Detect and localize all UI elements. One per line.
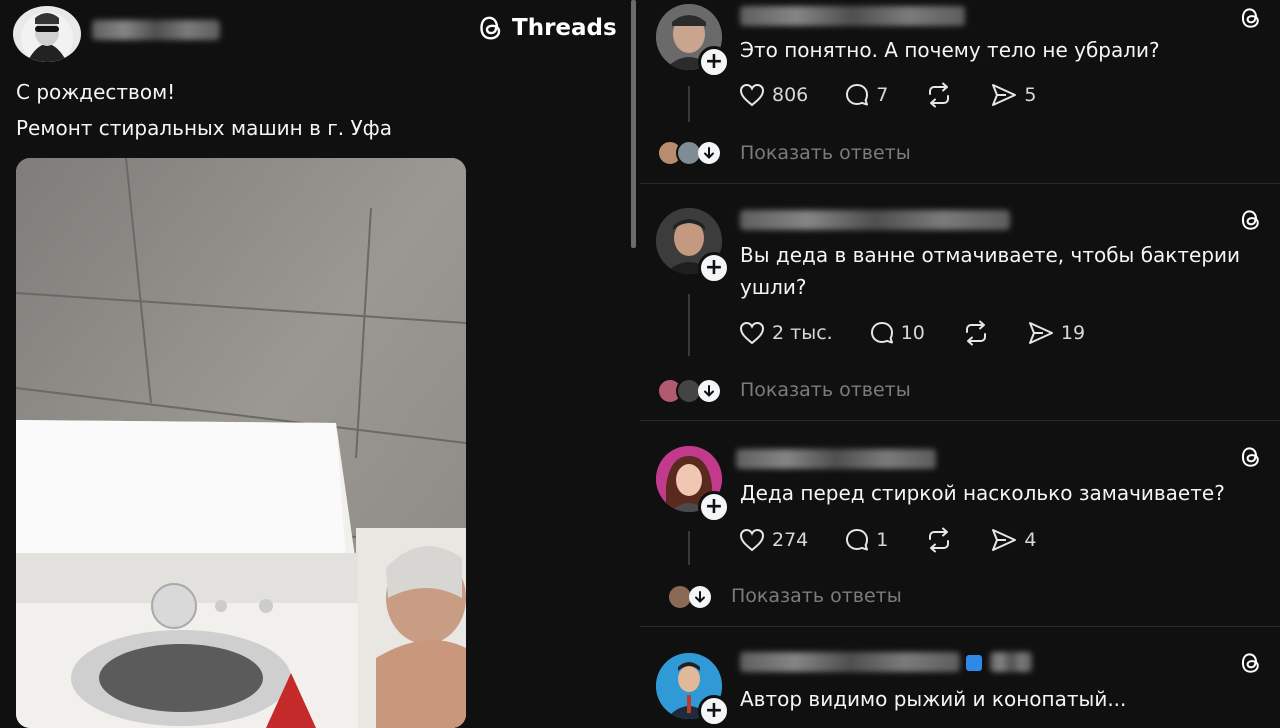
comment-icon xyxy=(846,84,869,106)
comment-item: + Автор видимо рыжий и конопатый... xyxy=(640,627,1280,727)
author-avatar[interactable] xyxy=(13,6,81,62)
like-button[interactable]: 2 тыс. xyxy=(738,320,833,346)
send-icon xyxy=(992,84,1017,106)
author-name-blurred[interactable] xyxy=(92,20,220,40)
post-photo[interactable] xyxy=(16,158,466,728)
expand-replies-icon[interactable] xyxy=(698,380,720,402)
repost-icon xyxy=(965,320,986,346)
repost-icon xyxy=(929,82,950,108)
reply-count: 10 xyxy=(900,322,925,344)
show-replies-link[interactable]: Показать ответы xyxy=(731,585,902,607)
share-count: 4 xyxy=(1024,529,1037,551)
threads-icon[interactable] xyxy=(1240,208,1262,232)
follow-plus-button[interactable]: + xyxy=(698,695,730,727)
commenter-name-blurred[interactable] xyxy=(740,6,965,26)
share-count: 5 xyxy=(1024,84,1037,106)
reply-avatars[interactable] xyxy=(657,140,720,166)
show-replies-link[interactable]: Показать ответы xyxy=(740,379,911,401)
reply-avatars[interactable] xyxy=(667,584,711,610)
reply-avatars[interactable] xyxy=(657,378,720,404)
comment-icon xyxy=(870,322,893,344)
comment-actions: 274 1 4 xyxy=(738,527,1072,553)
repost-button[interactable] xyxy=(961,320,991,346)
share-count: 19 xyxy=(1060,322,1086,344)
scrollbar[interactable] xyxy=(631,0,636,248)
commenter-name-blurred[interactable] xyxy=(740,210,1010,230)
expand-replies-icon[interactable] xyxy=(689,586,711,608)
comment-icon xyxy=(846,529,869,551)
heart-icon xyxy=(739,321,765,345)
threads-icon[interactable] xyxy=(1240,6,1262,30)
threads-brand-label: Threads xyxy=(512,15,617,41)
reply-button[interactable]: 10 xyxy=(869,320,925,346)
timestamp-blurred xyxy=(990,652,1032,672)
reply-button[interactable]: 1 xyxy=(844,527,888,553)
share-button[interactable]: 5 xyxy=(990,82,1036,108)
reply-button[interactable]: 7 xyxy=(844,82,888,108)
show-replies-link[interactable]: Показать ответы xyxy=(740,142,911,164)
share-button[interactable]: 4 xyxy=(990,527,1036,553)
repost-button[interactable] xyxy=(924,82,954,108)
post-text-line-1: С рождеством! xyxy=(16,80,176,104)
follow-plus-button[interactable]: + xyxy=(698,491,730,523)
commenter-name-blurred[interactable] xyxy=(736,449,936,469)
comment-item: + Вы деда в ванне отмачиваете, чтобы бак… xyxy=(640,184,1280,421)
post-text-line-2: Ремонт стиральных машин в г. Уфа xyxy=(16,116,392,140)
thread-line xyxy=(688,294,690,356)
repost-button[interactable] xyxy=(924,527,954,553)
comment-text: Автор видимо рыжий и конопатый... xyxy=(740,687,1127,711)
follow-plus-button[interactable]: + xyxy=(698,46,730,78)
send-icon xyxy=(992,529,1017,551)
like-button[interactable]: 274 xyxy=(738,527,808,553)
verified-badge-icon xyxy=(966,655,982,671)
like-count: 806 xyxy=(772,84,809,106)
reply-count: 1 xyxy=(876,529,889,551)
threads-icon[interactable] xyxy=(1240,651,1262,675)
like-count: 2 тыс. xyxy=(772,322,833,344)
commenter-name-blurred[interactable] xyxy=(740,652,960,672)
heart-icon xyxy=(739,528,765,552)
comment-text: Вы деда в ванне отмачиваете, чтобы бакте… xyxy=(740,243,1241,299)
comment-item: + Деда перед стиркой насколько замачивае… xyxy=(640,421,1280,627)
comment-actions: 806 7 5 xyxy=(738,82,1072,108)
threads-brand[interactable]: Threads xyxy=(478,14,617,42)
expand-replies-icon[interactable] xyxy=(698,142,720,164)
send-icon xyxy=(1028,322,1053,344)
thread-line xyxy=(688,86,690,122)
comment-text: Деда перед стиркой насколько замачиваете… xyxy=(740,481,1225,505)
threads-icon[interactable] xyxy=(1240,445,1262,469)
reply-count: 7 xyxy=(876,84,889,106)
share-button[interactable]: 19 xyxy=(1027,320,1085,346)
follow-plus-button[interactable]: + xyxy=(698,252,730,284)
threads-logo-icon xyxy=(480,16,501,40)
comments-pane: + Это понятно. А почему тело не убрали? … xyxy=(640,0,1280,727)
original-post: Threads С рождеством! Ремонт стиральных … xyxy=(0,0,630,728)
heart-icon xyxy=(739,83,765,107)
comment-text: Это понятно. А почему тело не убрали? xyxy=(740,38,1160,62)
repost-icon xyxy=(929,527,950,553)
comment-actions: 2 тыс. 10 19 xyxy=(738,320,1121,346)
like-button[interactable]: 806 xyxy=(738,82,808,108)
like-count: 274 xyxy=(772,529,809,551)
thread-line xyxy=(688,531,690,565)
comment-item: + Это понятно. А почему тело не убрали? … xyxy=(640,0,1280,184)
